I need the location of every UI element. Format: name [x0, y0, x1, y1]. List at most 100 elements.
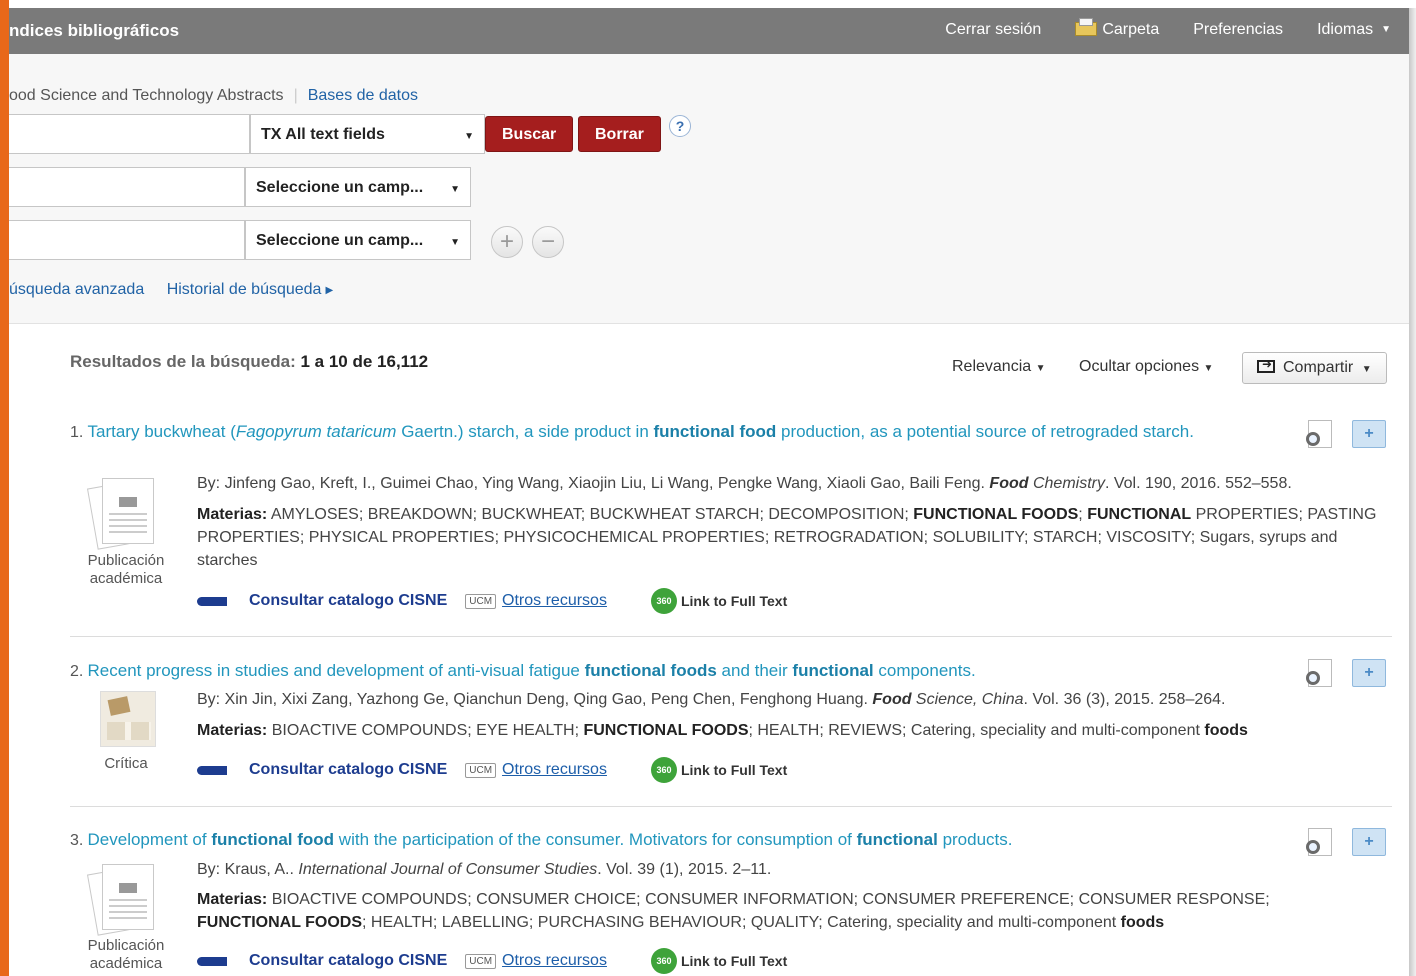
field-select-2-value: Seleccione un camp...	[256, 179, 424, 196]
caret-down-icon: ▼	[1381, 24, 1391, 35]
field-select-1[interactable]: TX All text fields ▼	[250, 114, 485, 154]
other-resources-link[interactable]: Otros recursos	[502, 952, 607, 970]
title-highlight: functional food	[211, 830, 335, 849]
result-tools: +	[1304, 828, 1386, 858]
header-nav: Cerrar sesión Carpeta Preferencias Idiom…	[945, 18, 1391, 39]
full-text-link[interactable]: Link to Full Text	[681, 762, 787, 778]
add-row-button[interactable]: +	[491, 226, 523, 258]
title-text: products.	[937, 830, 1013, 849]
subjects-text: BIOACTIVE COMPOUNDS; CONSUMER CHOICE; CO…	[267, 891, 1270, 908]
journal-name: Chemistry	[1028, 475, 1105, 492]
subjects-text: AMYLOSES; BREAKDOWN; BUCKWHEAT; BUCKWHEA…	[267, 506, 914, 523]
subjects-highlight: FUNCTIONAL FOODS	[197, 914, 363, 931]
header-title: ndices bibliográficos	[9, 21, 180, 40]
publication-type: Publicación académica	[70, 937, 182, 973]
title-highlight: functional	[856, 830, 938, 849]
preview-icon[interactable]	[1304, 420, 1334, 450]
ucm-logo-icon: UCM	[465, 593, 497, 609]
journal-name: International Journal of Consumer Studie…	[298, 861, 598, 878]
cisne-link[interactable]: Consultar catalogo CISNE	[249, 952, 447, 970]
languages-menu[interactable]: Idiomas ▼	[1317, 21, 1391, 39]
cisne-link[interactable]: Consultar catalogo CISNE	[249, 592, 447, 610]
360-badge-icon: 360	[650, 757, 677, 783]
result-title-link[interactable]: Recent progress in studies and developme…	[88, 661, 976, 680]
result-number: 3.	[70, 832, 84, 849]
left-accent-bar	[0, 0, 9, 976]
add-to-folder-icon[interactable]: +	[1352, 828, 1386, 856]
result-tools: +	[1304, 420, 1386, 450]
hide-options-label: Ocultar opciones	[1079, 358, 1200, 375]
journal-name: Science, China	[911, 691, 1024, 708]
add-to-folder-icon[interactable]: +	[1352, 420, 1386, 448]
preview-icon[interactable]	[1304, 659, 1334, 689]
search-links: úsqueda avanzada Historial de búsqueda ▶	[9, 281, 333, 299]
databases-link[interactable]: Bases de datos	[308, 87, 418, 104]
subjects-label: Materias:	[197, 722, 268, 739]
title-text: Recent progress in studies and developme…	[87, 661, 585, 680]
chevron-down-icon: ▼	[450, 184, 460, 195]
clear-button[interactable]: Borrar	[578, 116, 661, 152]
subjects-highlight: FUNCTIONAL FOODS	[913, 506, 1079, 523]
preferences-link[interactable]: Preferencias	[1193, 21, 1283, 39]
remove-row-button[interactable]: −	[532, 226, 564, 258]
field-select-2[interactable]: Seleccione un camp... ▼	[245, 167, 471, 207]
database-name: ood Science and Technology Abstracts	[9, 87, 284, 104]
page: ndices bibliográficos Cerrar sesión Carp…	[0, 0, 1416, 976]
authors-text: By: Jinfeng Gao, Kreft, I., Guimei Chao,…	[197, 475, 985, 492]
search-input-3[interactable]	[9, 220, 245, 260]
full-text-link[interactable]: Link to Full Text	[681, 593, 787, 609]
search-history-link[interactable]: Historial de búsqueda ▶	[167, 281, 333, 298]
subjects-highlight: foods	[1120, 914, 1165, 931]
subjects-highlight: FUNCTIONAL FOODS	[583, 722, 749, 739]
help-icon[interactable]: ?	[669, 115, 691, 137]
results-heading: Resultados de la búsqueda: 1 a 10 de 16,…	[70, 352, 428, 372]
database-line: ood Science and Technology Abstracts | Bas…	[9, 87, 418, 105]
caret-down-icon: ▼	[1361, 364, 1372, 375]
field-select-3-value: Seleccione un camp...	[256, 232, 424, 249]
academic-journal-icon	[86, 862, 154, 936]
field-select-3[interactable]: Seleccione un camp... ▼	[245, 220, 471, 260]
share-button[interactable]: Compartir ▼	[1242, 352, 1387, 384]
title-text: Development of	[87, 830, 212, 849]
ucm-logo-icon: UCM	[465, 953, 497, 969]
search-input-1[interactable]	[9, 114, 250, 154]
logout-link[interactable]: Cerrar sesión	[945, 21, 1041, 39]
result-subjects: Materias: AMYLOSES; BREAKDOWN; BUCKWHEAT…	[197, 503, 1377, 572]
subjects-highlight: foods	[1204, 722, 1248, 739]
subjects-text: ; HEALTH; LABELLING; PURCHASING BEHAVIOU…	[362, 914, 1121, 931]
search-button[interactable]: Buscar	[485, 116, 574, 152]
result-links: Consultar catalogo CISNE UCM Otros recur…	[197, 588, 787, 614]
title-text: and their	[716, 661, 793, 680]
type-line: Crítica	[104, 755, 148, 772]
search-input-2[interactable]	[9, 167, 245, 207]
hide-options-menu[interactable]: Ocultar opciones ▼	[1079, 358, 1213, 376]
result-item: 3. Development of functional food with t…	[70, 828, 1392, 976]
subjects-text: ; HEALTH; REVIEWS; Catering, speciality …	[748, 722, 1205, 739]
publication-type: Crítica	[70, 755, 182, 773]
caret-down-icon: ▼	[1035, 363, 1046, 374]
result-divider	[70, 806, 1392, 807]
advanced-search-link[interactable]: úsqueda avanzada	[9, 281, 144, 298]
folder-label: Carpeta	[1102, 21, 1160, 38]
folder-link[interactable]: Carpeta	[1075, 18, 1160, 39]
result-title-line: 1. Tartary buckwheat (Fagopyrum tataricu…	[70, 420, 1290, 443]
other-resources-link[interactable]: Otros recursos	[502, 592, 607, 610]
title-highlight: functional	[792, 661, 874, 680]
subjects-text: ;	[1078, 506, 1088, 523]
other-resources-link[interactable]: Otros recursos	[502, 761, 607, 779]
add-to-folder-icon[interactable]: +	[1352, 659, 1386, 687]
result-tools: +	[1304, 659, 1386, 689]
full-text-link[interactable]: Link to Full Text	[681, 953, 787, 969]
result-title-line: 2. Recent progress in studies and develo…	[70, 659, 1290, 682]
journal-highlight: Food	[872, 691, 912, 708]
result-title-link[interactable]: Development of functional food with the …	[88, 830, 1013, 849]
result-title-link[interactable]: Tartary buckwheat (Fagopyrum tataricum G…	[88, 422, 1194, 441]
search-panel: ood Science and Technology Abstracts | Bas…	[9, 54, 1409, 324]
field-select-1-value: TX All text fields	[261, 126, 385, 143]
preview-icon[interactable]	[1304, 828, 1334, 858]
sort-menu[interactable]: Relevancia ▼	[952, 358, 1046, 376]
subjects-label: Materias:	[197, 506, 268, 523]
cisne-link[interactable]: Consultar catalogo CISNE	[249, 761, 447, 779]
cisne-logo-icon	[197, 596, 227, 606]
result-authors: By: Xin Jin, Xixi Zang, Yazhong Ge, Qian…	[197, 688, 1377, 711]
